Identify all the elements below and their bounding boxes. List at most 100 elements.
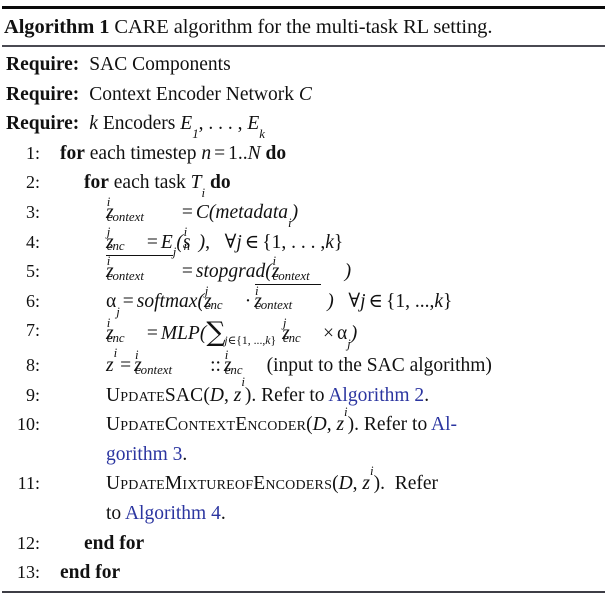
encoder-Ej: Ej: [160, 231, 177, 259]
algo-line-2: 2: for each task Ti do: [2, 168, 605, 199]
encoders-word: Encoders: [102, 113, 176, 135]
concat-symbol: ::: [210, 354, 221, 376]
algorithm-3-link-part2[interactable]: gorithm 3: [106, 444, 182, 465]
z-sub-context: context: [106, 268, 144, 283]
symbol-C: C: [195, 201, 209, 223]
buffer-D: D: [209, 384, 224, 406]
require-keyword: Require:: [6, 83, 80, 105]
text-each-task: each task: [113, 172, 186, 194]
z-sub-context: context: [134, 362, 173, 377]
set-last-k: k: [325, 231, 334, 253]
comma: ,: [352, 473, 358, 495]
line-number-10: 10:: [16, 414, 40, 435]
z-i: zi: [234, 376, 245, 406]
E-sub-k: k: [259, 126, 266, 141]
E-letter: E: [160, 231, 173, 253]
z-letter: z: [362, 473, 370, 495]
z-sub-enc: enc: [224, 362, 243, 377]
buffer-D: D: [338, 473, 353, 495]
comma: ,: [326, 414, 332, 436]
line-number-9: 9:: [25, 384, 40, 405]
z-i: zi: [336, 406, 347, 436]
sum-in: ∈: [227, 334, 237, 348]
update-prefix: Update: [106, 414, 165, 436]
update-context-encoder-call: UpdateContextEncoder: [106, 414, 306, 435]
algo-line-10: 10: UpdateContextEncoder(D, zi). Refer t…: [2, 406, 605, 469]
element-of-symbol: ∈: [368, 290, 383, 312]
symbol-E1: E1: [180, 113, 198, 140]
update-mixture-of-encoders-call: UpdateMixtureofEncoders: [106, 473, 332, 494]
algorithm-4-link[interactable]: Algorithm 4: [125, 503, 221, 524]
paren-close: ): [291, 201, 299, 223]
require-content-1: SAC Components: [79, 50, 605, 80]
require-content-2: Context Encoder Network C: [79, 80, 605, 110]
set-last-k: k: [434, 290, 443, 312]
line-11-part-2: to Algorithm 4.: [106, 499, 605, 529]
bottom-rule: [2, 590, 605, 593]
buffer-D: D: [312, 414, 327, 436]
alpha-j: αj: [336, 323, 351, 350]
z-sup-i: i: [113, 345, 118, 360]
equals-sign: =: [120, 354, 132, 376]
z-letter: z: [106, 354, 114, 376]
softmax-fn: softmax: [136, 290, 198, 312]
refer-word: Refer: [394, 473, 439, 495]
times-symbol: ×: [322, 323, 334, 345]
mlp-fn: MLP: [160, 323, 200, 345]
update-prefix: Update: [106, 473, 165, 495]
brace-open: {: [262, 231, 272, 253]
brace-open: {: [385, 290, 396, 312]
symbol-Ek: Ek: [247, 113, 265, 140]
z-context-i: z i context: [106, 195, 179, 228]
z-enc-j: z j enc: [282, 316, 320, 349]
z-context-i: z i context: [134, 348, 207, 381]
alpha-symbol: α: [336, 323, 348, 345]
mixture-of-encoders-name: MixtureofEncoders: [164, 473, 333, 495]
brace-close: }: [333, 231, 344, 253]
algorithm-3-link-part1[interactable]: Al-: [431, 414, 457, 435]
algo-line-4: 4: z j enc = Ej(s i n), ∀j ∈ {1, . . . ,k}: [2, 225, 605, 259]
sum-ellipsis: , ...,: [247, 334, 266, 348]
require-row-1: Require: SAC Components: [2, 50, 605, 80]
algorithm-2-link[interactable]: Algorithm 2: [328, 385, 424, 406]
require-keyword: Require:: [6, 113, 80, 135]
s-sub-n: n: [183, 239, 191, 254]
line-number-5: 5:: [25, 261, 40, 282]
algo-line-13: 13: end for: [2, 558, 605, 588]
update-sac-call: UpdateSAC: [106, 385, 203, 406]
algo-line-8: 8: zi= z i context:: z i enc (input to the SAC…: [2, 346, 605, 381]
paren-close: ): [327, 290, 334, 312]
set-first: 1: [395, 290, 406, 312]
state-s-i-n: sin: [183, 225, 199, 258]
line-11-part-1: UpdateMixtureofEncoders(D, zi). Refer: [106, 465, 605, 499]
comma: ,: [223, 384, 229, 406]
E-letter: E: [180, 113, 193, 135]
symbol-j: j: [236, 231, 242, 253]
z-sup-i: i: [344, 404, 348, 419]
set-ellipsis-tight: , ...,: [405, 290, 435, 312]
algo-line-5: 5: z i context = stopgrad(z i context): [2, 254, 605, 287]
algo-line-6: 6: αj = softmax(z j enc · z i context) ∀j ∈ {1, ..…: [2, 284, 605, 318]
dot-product-symbol: ·: [244, 290, 252, 312]
symbol-n: n: [201, 142, 212, 164]
algorithm-caption: Algorithm 1 CARE algorithm for the multi…: [0, 9, 607, 45]
range-start: 1..: [228, 142, 248, 164]
line-number-11: 11:: [17, 473, 40, 494]
line-content-11: UpdateMixtureofEncoders(D, zi). Refer to…: [46, 465, 605, 529]
z-sub-enc: enc: [282, 330, 301, 345]
line-content-12: end for: [46, 529, 605, 559]
z-bar-context-i: z i context: [106, 254, 179, 287]
z-sub-context: context: [255, 298, 293, 313]
z-context-i: z i context: [272, 254, 345, 287]
alpha-sub-j: j: [347, 337, 351, 352]
keyword-do: do: [209, 172, 231, 194]
algo-line-3: 3: z i context = C(metadatai): [2, 195, 605, 229]
refer-to-text: . Refer to: [251, 384, 329, 406]
symbol-k: k: [89, 113, 98, 135]
line-content-13: end for: [46, 558, 605, 588]
z-sup-i: i: [241, 375, 245, 390]
period: .: [182, 443, 188, 465]
algo-line-7: 7: z i enc = MLP(∑j∈{1, ...,k} z j enc × αj): [2, 316, 605, 351]
E-sub-1: 1: [192, 126, 199, 141]
line-number-7: 7:: [25, 320, 40, 341]
